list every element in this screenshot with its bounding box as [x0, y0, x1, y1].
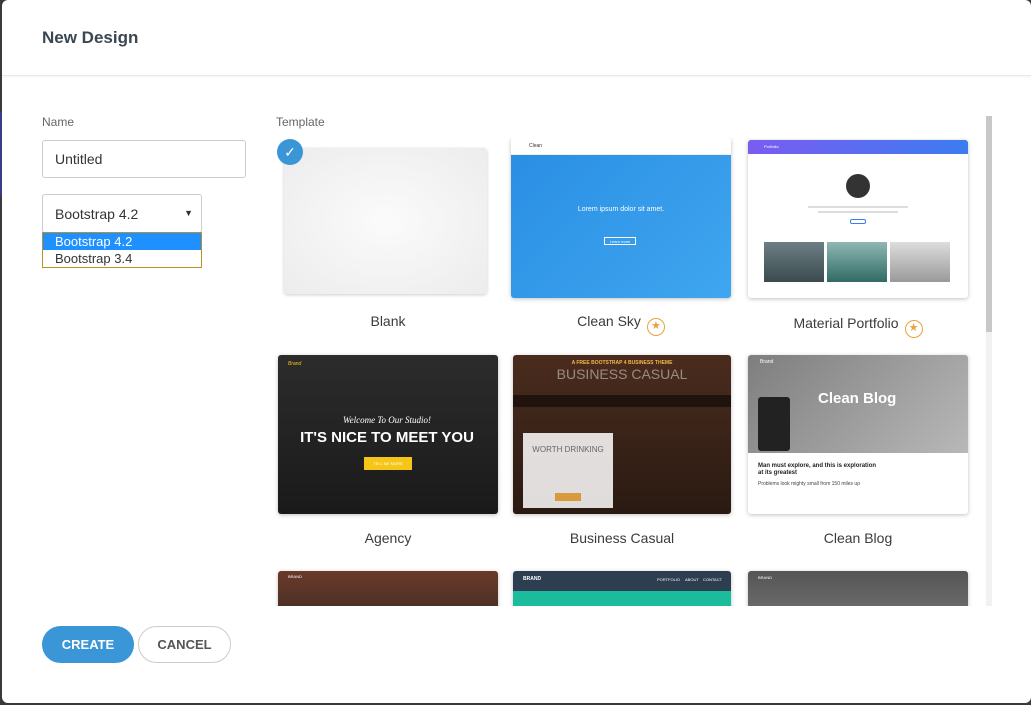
template-name: Clean Blog	[823, 530, 893, 546]
thumb-nav: ABOUT	[685, 577, 699, 582]
template-name: Business Casual	[569, 530, 675, 546]
thumb-brand: Brand	[288, 361, 302, 367]
thumb-cta: TELL ME MORE	[364, 457, 412, 470]
thumb-headline: Clean Blog	[818, 390, 897, 407]
backdrop-accent	[0, 112, 2, 196]
chevron-down-icon: ▼	[184, 208, 193, 218]
template-label: Template	[276, 115, 325, 129]
thumb-nav: PORTFOLIO	[657, 577, 681, 582]
thumb-post-subtitle: Problems look mighty small from 150 mile…	[758, 481, 860, 487]
thumb-brand: Clean	[529, 143, 543, 149]
template-name: Agency	[364, 530, 412, 546]
cancel-button[interactable]: CANCEL	[138, 626, 231, 663]
star-icon: ★	[646, 318, 665, 336]
template-thumbnail: Clean Lorem ipsum dolor sit amet. Learn …	[511, 138, 731, 298]
framework-option[interactable]: Bootstrap 3.4	[43, 250, 201, 267]
template-thumbnail: BRAND	[748, 571, 968, 606]
new-design-modal: New Design Name Bootstrap 4.2 ▼ Bootstra…	[2, 0, 1031, 703]
thumb-hero: Lorem ipsum dolor sit amet.	[577, 206, 665, 213]
modal-header: New Design	[2, 0, 1031, 76]
template-thumbnail	[284, 148, 487, 294]
template-thumbnail: BRAND PORTFOLIO ABOUT CONTACT	[513, 571, 731, 606]
name-input[interactable]	[42, 140, 246, 178]
template-thumbnail: A FREE BOOTSTRAP 4 BUSINESS THEME BUSINE…	[513, 355, 731, 514]
thumb-headline: BUSINESS CASUAL	[556, 366, 688, 382]
template-thumbnail: Brand Clean Blog Man must explore, and t…	[748, 355, 968, 514]
thumb-box-title: WORTH DRINKING	[532, 445, 604, 454]
thumb-headline: IT'S NICE TO MEET YOU	[300, 429, 474, 446]
template-name: Clean Sky ★	[511, 313, 731, 336]
thumb-brand: BRAND	[523, 576, 542, 582]
thumb-brand: BRAND	[758, 575, 773, 580]
thumb-brand: Brand	[760, 359, 774, 365]
template-thumbnail: BRAND	[278, 571, 498, 606]
star-icon: ★	[904, 320, 923, 338]
template-name: Blank	[370, 313, 406, 329]
thumb-brand: BRAND	[288, 574, 303, 579]
name-label: Name	[42, 115, 75, 129]
framework-select-value: Bootstrap 4.2	[55, 206, 139, 222]
template-thumbnail: Portfolio	[748, 140, 968, 298]
thumb-post-title: Man must explore, and this is exploratio…	[758, 463, 877, 476]
thumb-brand: Portfolio	[764, 144, 779, 149]
create-button[interactable]: CREATE	[42, 626, 134, 663]
thumb-tagline: Welcome To Our Studio!	[342, 415, 432, 425]
template-grid: ✓ Blank Clean Lorem ipsum dolor sit amet…	[274, 138, 974, 606]
scrollbar-thumb[interactable]	[986, 116, 992, 332]
framework-select[interactable]: Bootstrap 4.2 ▼	[42, 194, 202, 233]
framework-dropdown[interactable]: Bootstrap 4.2 Bootstrap 3.4	[42, 232, 202, 268]
modal-title: New Design	[42, 28, 139, 47]
template-scrollbar[interactable]	[986, 116, 992, 606]
template-thumbnail: Brand Welcome To Our Studio! IT'S NICE T…	[278, 355, 498, 514]
thumb-cta: Learn more	[604, 237, 636, 245]
checkmark-icon: ✓	[277, 139, 303, 165]
thumb-nav: CONTACT	[703, 577, 723, 582]
framework-option[interactable]: Bootstrap 4.2	[43, 233, 201, 250]
template-name: Material Portfolio ★	[748, 315, 968, 338]
